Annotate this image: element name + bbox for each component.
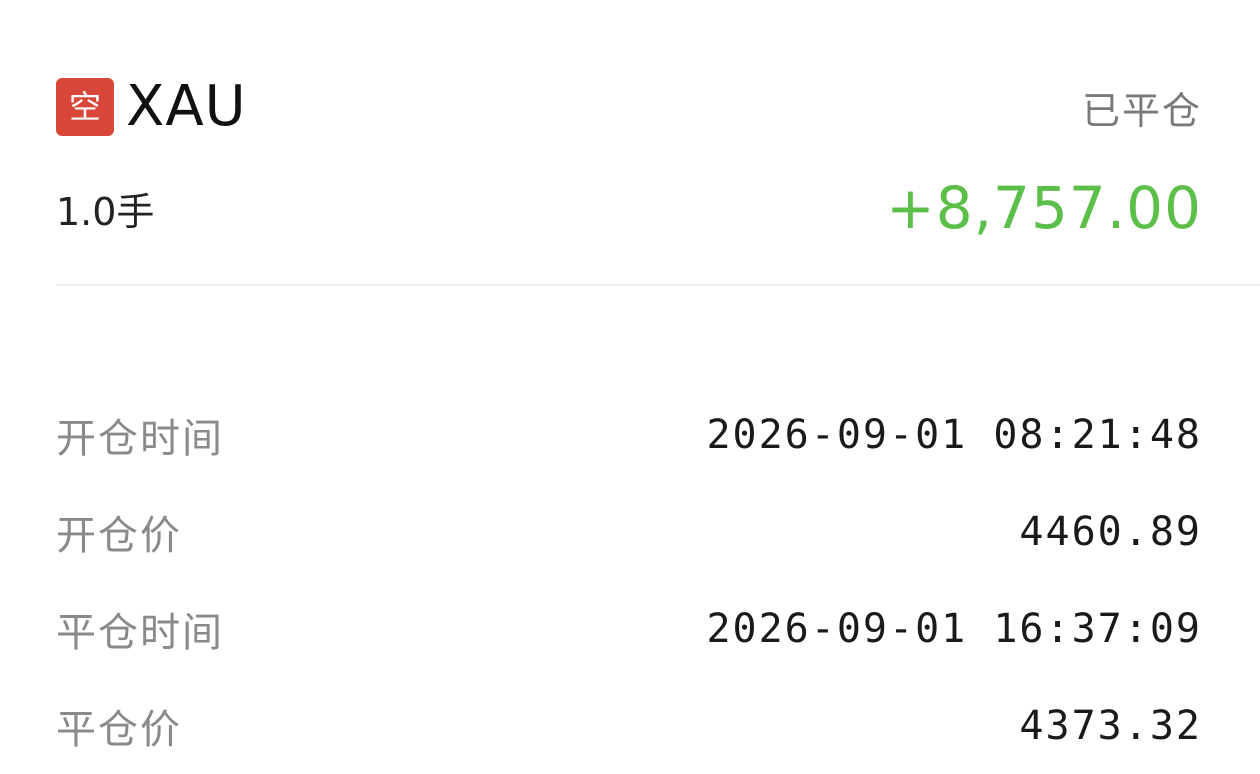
detail-label: 平仓价 <box>56 706 182 753</box>
detail-row-close-time: 平仓时间 2026-09-01 16:37:09 <box>56 580 1202 677</box>
position-status: 已平仓 <box>1081 88 1202 133</box>
detail-value: 2026-09-01 08:21:48 <box>706 411 1202 458</box>
divider <box>56 284 1260 286</box>
symbol-group: 空 XAU <box>56 78 247 136</box>
position-lots: 1.0手 <box>56 189 155 234</box>
trade-detail-card: 空 XAU 已平仓 1.0手 +8,757.00 开仓时间 2026-09-01… <box>0 0 1260 760</box>
profit-loss: +8,757.00 <box>886 174 1202 242</box>
short-direction-badge: 空 <box>56 78 114 136</box>
detail-row-open-price: 开仓价 4460.89 <box>56 483 1202 580</box>
detail-label: 开仓价 <box>56 512 182 559</box>
trade-header: 空 XAU 已平仓 <box>56 72 1202 142</box>
detail-label: 开仓时间 <box>56 415 224 462</box>
symbol-name: XAU <box>126 74 247 139</box>
detail-value: 4373.32 <box>1019 702 1202 749</box>
detail-row-close-price: 平仓价 4373.32 <box>56 677 1202 774</box>
detail-value: 2026-09-01 16:37:09 <box>706 605 1202 652</box>
detail-row-open-time: 开仓时间 2026-09-01 08:21:48 <box>56 386 1202 483</box>
trade-detail-list: 开仓时间 2026-09-01 08:21:48 开仓价 4460.89 平仓时… <box>56 386 1202 774</box>
detail-label: 平仓时间 <box>56 609 224 656</box>
detail-value: 4460.89 <box>1019 508 1202 555</box>
lots-pnl-row: 1.0手 +8,757.00 <box>56 168 1202 248</box>
